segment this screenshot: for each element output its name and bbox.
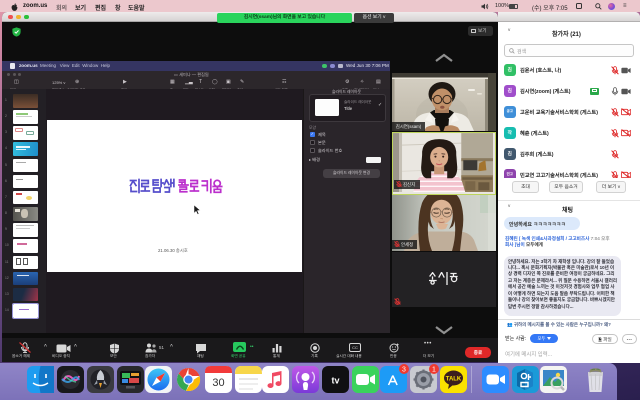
svg-text:3: 3 [402,366,406,373]
svg-text:1: 1 [432,366,436,373]
svg-text:30: 30 [212,377,224,389]
svg-text:TALK: TALK [446,377,462,383]
svg-text:tv: tv [331,376,339,386]
